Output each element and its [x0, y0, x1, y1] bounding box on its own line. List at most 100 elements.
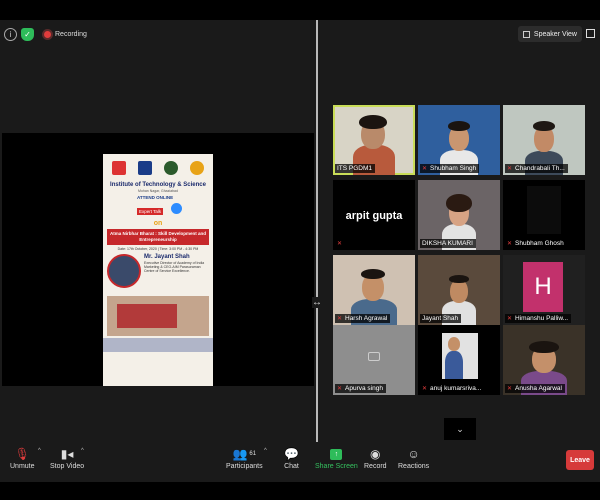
top-bar: i ✓ Recording Speaker View [0, 20, 600, 48]
share-screen-label: Share Screen [315, 463, 358, 470]
participant-face [448, 337, 460, 351]
meeting-toolbar: 🎙 Unmute ^ ▮◂ Stop Video ^ 👥 61 Participa… [0, 442, 600, 482]
split-divider[interactable] [316, 20, 318, 442]
participants-label: Participants [226, 463, 263, 470]
expert-talk-label: Expert Talk [137, 208, 164, 215]
participants-icon: 👥 61 [232, 447, 257, 461]
video-tile[interactable]: ✕ anuj kumarsriva... [418, 325, 500, 395]
chat-icon: 💬 [284, 447, 299, 461]
reactions-label: Reactions [398, 463, 430, 470]
mic-off-icon: ✕ [507, 240, 513, 247]
poster-location: Mohan Nagar, Ghaziabad [138, 189, 178, 193]
poster-speaker: Mr. Jayant Shah Executive Director of Ac… [103, 251, 213, 291]
record-button[interactable]: ◉ Record [364, 445, 387, 470]
video-tile[interactable]: Jayant Shah [418, 255, 500, 325]
participants-count: 61 [249, 451, 257, 457]
participant-display-name: arpit gupta [345, 210, 403, 222]
participant-hair [529, 341, 559, 353]
camera-off-icon [368, 352, 380, 361]
unmute-button[interactable]: 🎙 Unmute [10, 445, 35, 470]
participant-body [445, 351, 463, 379]
speaker-photo [107, 253, 141, 288]
participant-name: ✕ Anusha Agarwal [505, 384, 565, 393]
campus-photo [107, 295, 209, 336]
participant-name: ITS PGDM1 [335, 164, 376, 173]
mic-off-icon: 🎙 [14, 447, 30, 461]
resize-handle-icon[interactable]: ↔ [312, 297, 322, 308]
shared-poster: Institute of Technology & Science Mohan … [103, 154, 213, 386]
participants-caret-icon[interactable]: ^ [264, 448, 267, 454]
participant-hair [533, 121, 555, 131]
poster-on: on [153, 220, 163, 227]
recording-icon [44, 30, 51, 38]
audio-options-caret-icon[interactable]: ^ [38, 448, 41, 454]
share-screen-icon: ↑ [330, 445, 343, 463]
mic-off-icon: ✕ [422, 385, 428, 392]
nirf-logo-icon [138, 161, 152, 175]
participant-name: Jayant Shah [420, 314, 462, 323]
video-tile[interactable]: arpit gupta ✕ [333, 180, 415, 250]
participant-hair [449, 275, 469, 283]
video-tile[interactable]: ✕ Shubham Singh [418, 105, 500, 175]
shield-icon[interactable]: ✓ [21, 27, 34, 41]
grid-icon [522, 30, 530, 38]
mic-off-icon: ✕ [507, 315, 513, 322]
video-options-caret-icon[interactable]: ^ [81, 448, 84, 454]
video-tile[interactable]: ✕ Chandrabali Th... [503, 105, 585, 175]
participant-avatar: H [523, 262, 563, 312]
info-icon[interactable]: i [4, 27, 17, 41]
mic-off-icon: ✕ [507, 385, 513, 392]
participant-name: ✕ Chandrabali Th... [505, 164, 568, 173]
video-tile[interactable]: H ✕ Himanshu Palliw... [503, 255, 585, 325]
participant-video-dark [527, 186, 561, 234]
participant-hair [446, 194, 472, 212]
participant-name: ✕ [335, 240, 348, 248]
mic-off-icon: ✕ [337, 385, 343, 392]
video-tile[interactable]: ✕ Apurva singh [333, 325, 415, 395]
video-tile[interactable]: ✕ Shubham Ghosh [503, 180, 585, 250]
participant-name: ✕ Apurva singh [335, 384, 386, 393]
video-tile[interactable]: DIKSHA KUMARI [418, 180, 500, 250]
share-screen-button[interactable]: ↑ Share Screen [315, 445, 358, 470]
speaker-view-button[interactable]: Speaker View [517, 26, 582, 42]
participant-hair [448, 121, 470, 131]
poster-footer [103, 337, 213, 352]
participant-hair [359, 115, 387, 129]
participant-name: ✕ anuj kumarsriva... [420, 384, 485, 393]
participants-button[interactable]: 👥 61 Participants [226, 445, 263, 470]
mic-off-icon: ✕ [337, 315, 343, 322]
stop-video-label: Stop Video [50, 463, 85, 470]
participant-name: ✕ Shubham Ghosh [505, 239, 567, 248]
speaker-view-label: Speaker View [533, 30, 577, 38]
video-tile[interactable]: ✕ Anusha Agarwal [503, 325, 585, 395]
zoom-logo-icon [171, 203, 182, 214]
leave-button[interactable]: Leave [566, 450, 594, 470]
poster-institute: Institute of Technology & Science [110, 182, 206, 188]
chat-button[interactable]: 💬 Chat [284, 445, 299, 470]
participant-hair [361, 269, 385, 279]
stop-video-button[interactable]: ▮◂ Stop Video [50, 445, 84, 470]
poster-topic: Atma Nirbhar Bharat : Skill Development … [107, 229, 209, 245]
mic-off-icon: ✕ [337, 241, 343, 247]
fullscreen-icon[interactable] [586, 29, 595, 38]
next-page-chevron-down-icon[interactable]: ⌄ [444, 418, 476, 440]
poster-date: Date: 17th October, 2020 | Time: 3:00 PM… [117, 246, 199, 251]
poster-logos [103, 154, 213, 182]
video-tile[interactable]: ✕ Harsh Agrawal [333, 255, 415, 325]
video-tile[interactable]: ITS PGDM1 [333, 105, 415, 175]
chat-label: Chat [284, 463, 299, 470]
video-camera-icon: ▮◂ [60, 447, 74, 461]
mic-off-icon: ✕ [507, 165, 513, 172]
record-label: Record [364, 463, 387, 470]
speaker-description: Executive Director of Academy of India M… [144, 260, 205, 274]
its-logo-icon [112, 161, 126, 175]
award-logo-icon [190, 161, 204, 175]
participant-name: DIKSHA KUMARI [420, 239, 476, 248]
record-icon: ◉ [370, 447, 381, 461]
speaker-name: Mr. Jayant Shah [144, 253, 190, 260]
recording-label: Recording [55, 30, 87, 38]
participant-name: ✕ Harsh Agrawal [335, 314, 391, 323]
participant-name: ✕ Shubham Singh [420, 164, 480, 173]
reactions-button[interactable]: ☺ Reactions [398, 445, 429, 470]
unmute-label: Unmute [10, 463, 35, 470]
